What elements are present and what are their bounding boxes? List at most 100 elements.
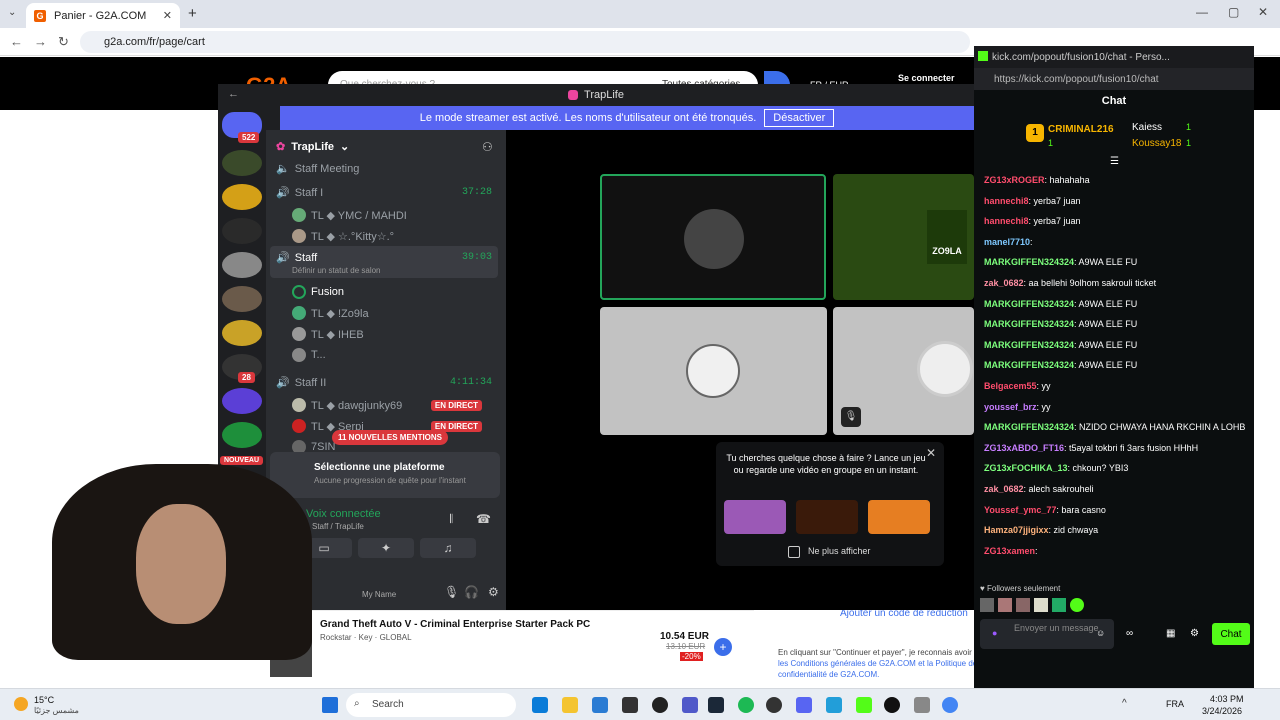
chat-username[interactable]: ZG13xamen [984, 546, 1035, 556]
user-panel-name[interactable]: My Name [362, 590, 396, 599]
chat-input[interactable]: ● Envoyer un message ☺ [980, 619, 1114, 649]
chat-message[interactable]: ZG13xFOCHIKA_13: chkoun? YBI3 [984, 462, 1246, 475]
chat-username[interactable]: zak_0682 [984, 484, 1024, 494]
video-tile[interactable]: 🎙 [833, 307, 974, 435]
channel-staff-meeting[interactable]: 🔈 Staff Meeting [276, 162, 359, 176]
server-header[interactable]: ✿ TrapLife ⌄ [276, 140, 349, 154]
reload-icon[interactable]: ↻ [58, 34, 69, 50]
voice-member[interactable]: Fusion [292, 285, 344, 299]
video-tile[interactable] [600, 307, 827, 435]
channel-staff-i[interactable]: 🔊 Staff I 37:28 [276, 186, 492, 200]
chat-message[interactable]: youssef_brz: yy [984, 401, 1246, 414]
store-icon[interactable]: ▦ [1166, 628, 1175, 639]
voice-member[interactable]: TL ◆ ☆.°Kitty☆.° [292, 229, 394, 243]
kick-address-bar[interactable]: https://kick.com/popout/fusion10/chat [974, 68, 1254, 90]
close-window-icon[interactable]: ✕ [1258, 5, 1268, 19]
chat-username[interactable]: ZG13xFOCHIKA_13 [984, 463, 1068, 473]
clock-date[interactable]: 3/24/2026 [1202, 706, 1242, 716]
language-indicator[interactable]: FRA [1166, 699, 1184, 709]
server-item[interactable] [222, 150, 262, 176]
chat-username[interactable]: Youssef_ymc_77 [984, 505, 1056, 515]
chat-username[interactable]: zak_0682 [984, 278, 1024, 288]
server-item[interactable] [222, 184, 262, 210]
login-link[interactable]: Se connecter [898, 73, 955, 83]
terms-text-3[interactable]: confidentialité de G2A.COM. [778, 670, 879, 679]
chat-message[interactable]: MARKGIFFEN324324: A9WA ELE FU [984, 256, 1246, 269]
pin-icon[interactable]: ☰ [1110, 156, 1119, 167]
chat-username[interactable]: MARKGIFFEN324324 [984, 340, 1074, 350]
chat-message[interactable]: ZG13xABDO_FT16: t5ayal tokbri fi 3ars fu… [984, 442, 1246, 455]
discord-icon[interactable] [796, 697, 812, 713]
video-tile[interactable]: ZO9LA [833, 174, 974, 300]
server-item[interactable] [222, 422, 262, 448]
points-icon[interactable]: ∞ [1126, 628, 1133, 639]
emote[interactable] [1016, 598, 1030, 612]
disable-streamer-button[interactable]: Désactiver [764, 109, 835, 127]
spotify-icon[interactable] [738, 697, 754, 713]
top-gifter[interactable]: Koussay18 [1132, 138, 1181, 149]
disconnect-icon[interactable]: ☎ [476, 512, 491, 526]
explorer-icon[interactable] [562, 697, 578, 713]
headset-icon[interactable]: 🎧 [464, 585, 479, 599]
start-icon[interactable] [322, 697, 338, 713]
quest-card[interactable]: Sélectionne une plateforme Aucune progre… [270, 452, 500, 498]
voice-member[interactable]: TL ◆ IHEB [292, 327, 364, 341]
top-gifter[interactable]: CRIMINAL216 [1048, 124, 1114, 135]
dont-show-checkbox[interactable] [788, 546, 800, 558]
steam-icon[interactable] [708, 697, 724, 713]
chat-message[interactable]: Youssef_ymc_77: bara casno [984, 504, 1246, 517]
edge-icon[interactable] [532, 697, 548, 713]
voice-channel-path[interactable]: Staff / TrapLife [312, 522, 364, 531]
emote[interactable] [1052, 598, 1066, 612]
emote[interactable] [998, 598, 1012, 612]
channel-staff[interactable]: 🔊 Staff 39:03 [276, 251, 492, 265]
chat-username[interactable]: MARKGIFFEN324324 [984, 422, 1074, 432]
new-tab-icon[interactable]: + [188, 5, 197, 22]
voice-member[interactable]: TL ◆ !Zo9la [292, 306, 369, 320]
chat-username[interactable]: hannechi8 [984, 216, 1029, 226]
emote[interactable] [1034, 598, 1048, 612]
browser-tab[interactable]: G Panier - G2A.COM ✕ [26, 3, 180, 28]
chat-username[interactable]: MARKGIFFEN324324 [984, 257, 1074, 267]
emote[interactable] [980, 598, 994, 612]
activity-card[interactable] [868, 500, 930, 534]
clock-time[interactable]: 4:03 PM [1210, 694, 1244, 704]
chat-message[interactable]: MARKGIFFEN324324: A9WA ELE FU [984, 318, 1246, 331]
teams-icon[interactable] [682, 697, 698, 713]
app-icon[interactable] [622, 697, 638, 713]
channel-status[interactable]: Définir un statut de salon [292, 266, 381, 275]
terms-text-2[interactable]: les Conditions générales de G2A.COM et l… [778, 659, 977, 668]
emote[interactable] [1070, 598, 1084, 612]
chat-username[interactable]: hannechi8 [984, 196, 1029, 206]
chat-message[interactable]: hannechi8: yerba7 juan [984, 195, 1246, 208]
server-item[interactable] [222, 320, 262, 346]
settings-icon[interactable] [914, 697, 930, 713]
server-item[interactable] [222, 388, 262, 414]
chat-message[interactable]: MARKGIFFEN324324: A9WA ELE FU [984, 339, 1246, 352]
server-item[interactable] [222, 286, 262, 312]
chat-message[interactable]: zak_0682: aa bellehi 9olhom sakrouli tic… [984, 277, 1246, 290]
chrome-icon[interactable] [942, 697, 958, 713]
chat-username[interactable]: Hamza07jjigixx [984, 525, 1049, 535]
chat-username[interactable]: manel7710 [984, 237, 1030, 247]
app-icon[interactable] [592, 697, 608, 713]
emoji-icon[interactable]: ☺ [1096, 628, 1105, 638]
channel-staff-ii[interactable]: 🔊 Staff II 4:11:34 [276, 376, 492, 390]
app-icon[interactable] [766, 697, 782, 713]
voice-status[interactable]: Voix connectée [306, 508, 381, 520]
voice-member[interactable]: TL ◆ dawgjunky69 EN DIRECT [292, 398, 482, 412]
close-icon[interactable]: ✕ [926, 446, 936, 460]
server-item[interactable] [222, 252, 262, 278]
server-item[interactable] [222, 218, 262, 244]
settings-gear-icon[interactable]: ⚙ [488, 585, 499, 599]
top-gifter[interactable]: Kaiess [1132, 122, 1162, 133]
voice-member[interactable]: T... [292, 348, 326, 362]
activity-card[interactable] [796, 500, 858, 534]
restore-icon[interactable]: ▢ [1228, 5, 1239, 19]
chat-username[interactable]: ZG13xROGER [984, 175, 1045, 185]
chat-message[interactable]: MARKGIFFEN324324: A9WA ELE FU [984, 359, 1246, 372]
close-tab-icon[interactable]: ✕ [163, 9, 172, 22]
mic-icon[interactable]: ● [992, 628, 997, 638]
send-chat-button[interactable]: Chat [1212, 623, 1250, 645]
activity-card[interactable] [724, 500, 786, 534]
